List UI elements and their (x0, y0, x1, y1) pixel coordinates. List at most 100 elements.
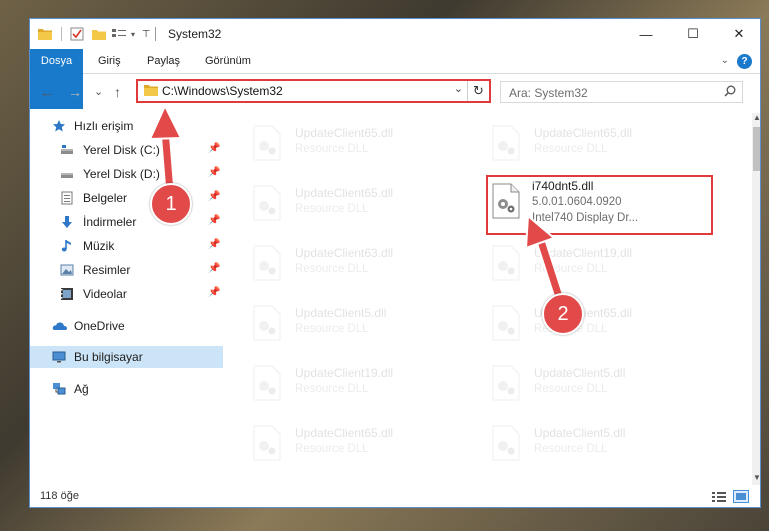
dll-file-icon (253, 185, 281, 221)
file-name: UpdateClient65.dll (295, 426, 394, 440)
pin-icon[interactable]: 📌 (208, 239, 220, 250)
file-item[interactable]: UpdateClient65.dll Resource DLL (484, 297, 714, 357)
file-type: Resource DLL (534, 263, 608, 275)
ribbon-tabs: Dosya Giriş Paylaş Görünüm ⌄ ? (30, 49, 760, 109)
sidebar-item-this-pc[interactable]: Bu bilgisayar (30, 346, 223, 368)
address-dropdown-icon[interactable]: ⌄ (454, 82, 463, 95)
scroll-thumb[interactable] (753, 127, 760, 171)
dll-file-icon (492, 305, 520, 341)
vertical-scrollbar[interactable]: ▲ ▼ (752, 113, 760, 485)
sidebar-item-pictures[interactable]: Resimler 📌 (30, 259, 223, 281)
close-button[interactable]: ✕ (716, 19, 760, 49)
search-icon[interactable] (724, 85, 736, 100)
back-arrow-icon[interactable]: ← (40, 84, 54, 100)
sidebar-item-label: Bu bilgisayar (74, 350, 143, 364)
file-item[interactable]: UpdateClient65.dll Resource DLL (245, 177, 475, 237)
drive-icon (60, 143, 74, 157)
dll-file-icon (253, 125, 281, 161)
sidebar-item-label: Videolar (83, 287, 127, 301)
file-item[interactable]: UpdateClient5.dll Resource DLL (484, 417, 714, 477)
file-type: Resource DLL (534, 443, 608, 455)
file-item[interactable]: UpdateClient19.dll Resource DLL (484, 237, 714, 297)
file-name: UpdateClient65.dll (295, 186, 394, 200)
search-placeholder[interactable]: Ara: System32 (509, 86, 588, 100)
refresh-icon[interactable]: ↻ (467, 81, 489, 101)
address-path[interactable]: C:\Windows\System32 (162, 84, 283, 98)
sidebar-item-music[interactable]: Müzik 📌 (30, 235, 223, 257)
search-box[interactable]: Ara: System32 (500, 81, 743, 103)
pin-icon[interactable]: 📌 (208, 143, 220, 154)
file-item[interactable]: UpdateClient5.dll Resource DLL (484, 357, 714, 417)
sidebar-item-documents[interactable]: Belgeler 📌 (30, 187, 223, 209)
title-bar: ▾ ⊤ System32 — ☐ ✕ (30, 19, 760, 49)
sidebar-item-label: Yerel Disk (D:) (83, 167, 160, 181)
music-icon (60, 239, 74, 253)
sidebar-item-label: OneDrive (74, 319, 125, 333)
pictures-icon (60, 263, 74, 277)
file-name: UpdateClient5.dll (534, 426, 626, 440)
navigation-pane: Hızlı erişim Yerel Disk (C:) 📌 Yerel Dis… (30, 113, 223, 485)
file-type: Resource DLL (295, 143, 369, 155)
item-count: 118 öğe (40, 490, 79, 502)
file-type: Resource DLL (534, 383, 608, 395)
file-item[interactable]: UpdateClient19.dll Resource DLL (245, 357, 475, 417)
file-name: UpdateClient65.dll (534, 126, 633, 140)
pin-icon[interactable]: 📌 (208, 215, 220, 226)
file-type: Resource DLL (534, 143, 608, 155)
tab-share[interactable]: Paylaş (147, 49, 180, 74)
file-type: Resource DLL (295, 263, 369, 275)
expand-ribbon-icon[interactable]: ⌄ (721, 55, 729, 66)
file-type: Resource DLL (295, 203, 369, 215)
minimize-button[interactable]: — (623, 19, 669, 49)
properties-icon[interactable] (68, 25, 86, 43)
documents-icon (60, 191, 74, 205)
sidebar-item-drive-c[interactable]: Yerel Disk (C:) 📌 (30, 139, 223, 161)
file-type: Resource DLL (295, 443, 369, 455)
sidebar-item-label: Belgeler (83, 191, 128, 205)
large-icons-view-icon[interactable] (733, 490, 749, 503)
sidebar-item-drive-d[interactable]: Yerel Disk (D:) 📌 (30, 163, 223, 185)
customize-toolbar-icon[interactable]: ⊤ (140, 25, 152, 43)
file-item[interactable]: UpdateClient5.dll Resource DLL (245, 297, 475, 357)
forward-arrow-icon[interactable]: → (68, 84, 82, 100)
sidebar-item-network[interactable]: Ağ (30, 378, 223, 400)
new-folder-icon[interactable] (90, 25, 108, 43)
pin-icon[interactable]: 📌 (208, 263, 220, 274)
pin-icon[interactable]: 📌 (208, 191, 220, 202)
dll-file-icon (492, 125, 520, 161)
file-description: Intel740 Display Dr... (532, 212, 639, 224)
address-bar[interactable]: C:\Windows\System32 ⌄ ↻ (136, 79, 491, 103)
tab-view[interactable]: Görünüm (205, 49, 251, 74)
maximize-button[interactable]: ☐ (670, 19, 716, 49)
download-icon (60, 215, 74, 229)
scroll-down-arrow-icon[interactable]: ▼ (752, 473, 760, 485)
recent-locations-icon[interactable]: ⌄ (94, 85, 103, 98)
file-type: Resource DLL (295, 323, 369, 335)
pin-icon[interactable]: 📌 (208, 167, 220, 178)
sidebar-item-videos[interactable]: Videolar 📌 (30, 283, 223, 305)
sidebar-item-label: İndirmeler (83, 215, 137, 229)
scroll-up-arrow-icon[interactable]: ▲ (752, 113, 760, 125)
file-item[interactable]: UpdateClient65.dll Resource DLL (245, 417, 475, 477)
dll-file-icon (492, 425, 520, 461)
sidebar-item-onedrive[interactable]: OneDrive (30, 315, 223, 337)
pin-icon[interactable]: 📌 (208, 287, 220, 298)
sidebar-item-label: Müzik (83, 239, 115, 253)
sidebar-item-downloads[interactable]: İndirmeler 📌 (30, 211, 223, 233)
file-item[interactable]: UpdateClient63.dll Resource DLL (245, 237, 475, 297)
view-options-icon[interactable] (110, 25, 128, 43)
sidebar-item-quick-access[interactable]: Hızlı erişim (30, 115, 223, 137)
help-icon[interactable]: ? (737, 54, 752, 69)
file-item[interactable]: UpdateClient65.dll Resource DLL (484, 117, 714, 177)
folder-icon[interactable] (36, 25, 54, 43)
dropdown-caret-icon[interactable]: ▾ (128, 25, 138, 43)
up-arrow-icon[interactable]: ↑ (114, 84, 121, 100)
dll-file-icon (253, 365, 281, 401)
dll-file-icon (253, 245, 281, 281)
sidebar-item-label: Hızlı erişim (74, 119, 134, 133)
details-view-icon[interactable] (711, 490, 727, 503)
tab-home[interactable]: Giriş (98, 49, 121, 74)
file-name: UpdateClient19.dll (295, 366, 394, 380)
file-item[interactable]: UpdateClient65.dll Resource DLL (245, 117, 475, 177)
highlighted-file-item[interactable]: i740dnt5.dll 5.0.01.0604.0920 Intel740 D… (486, 175, 713, 235)
